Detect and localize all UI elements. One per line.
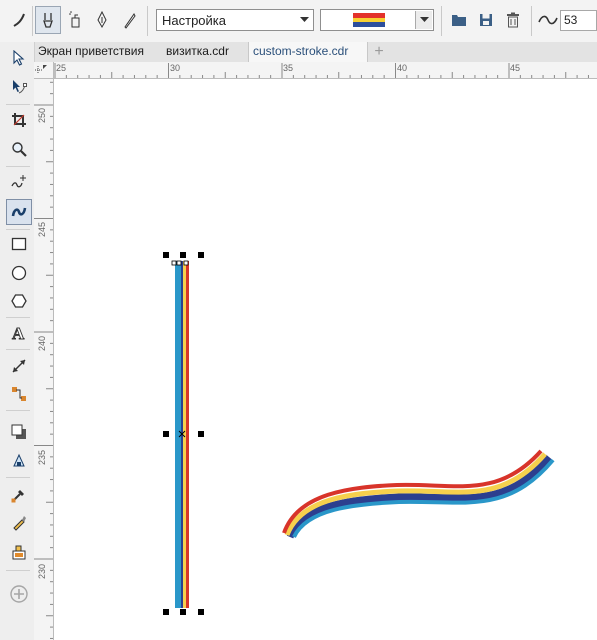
separator [6, 317, 30, 318]
ellipse-tool-icon[interactable] [6, 260, 32, 286]
ruler-label: 25 [56, 63, 67, 73]
document-tab-bar: Экран приветствия визитка.cdr custom-str… [34, 42, 597, 63]
handle-middle-right [198, 431, 204, 437]
tab-welcome-screen[interactable]: Экран приветствия [34, 42, 162, 62]
stroke-picker[interactable] [320, 9, 434, 31]
tab-vizitka[interactable]: визитка.cdr [162, 42, 248, 62]
tab-custom-stroke[interactable]: custom-stroke.cdr [248, 42, 368, 62]
calligraphic-icon[interactable] [89, 6, 115, 34]
crop-tool-icon[interactable] [6, 107, 32, 133]
separator [6, 229, 30, 230]
browse-folder-icon[interactable] [446, 6, 472, 34]
stroke-band-blue [175, 261, 181, 608]
vertical-ruler[interactable]: 250 245 240 235 230 [34, 79, 54, 640]
handle-top-right [198, 252, 204, 258]
handle-middle-left [163, 431, 169, 437]
separator [147, 6, 148, 36]
preset-select[interactable]: Настройка [156, 9, 314, 31]
drawing-canvas[interactable] [54, 79, 597, 640]
pick-tool-icon[interactable] [6, 45, 32, 71]
add-tool-icon[interactable] [6, 581, 32, 607]
zoom-tool-icon[interactable] [6, 136, 32, 162]
delete-icon[interactable] [500, 6, 526, 34]
stroke-band-yellow [183, 261, 186, 608]
smoothing-icon [535, 6, 561, 34]
smoothing-input[interactable]: 53 [560, 10, 597, 31]
ruler-label: 30 [170, 63, 181, 73]
connector-tool-icon[interactable] [6, 381, 32, 407]
text-tool-icon[interactable]: A [6, 320, 32, 346]
chevron-down-icon [297, 12, 311, 28]
transparency-tool-icon[interactable] [6, 448, 32, 474]
separator [6, 410, 30, 411]
separator [6, 349, 30, 350]
pressure-icon[interactable] [116, 6, 142, 34]
stroke-band-red [186, 261, 189, 608]
artistic-media-preset-icon[interactable] [6, 6, 32, 34]
parallel-dimension-tool-icon[interactable] [6, 353, 32, 379]
ruler-label: 40 [397, 63, 408, 73]
separator [6, 570, 30, 571]
node-handle [171, 260, 177, 266]
handle-bottom-right [198, 609, 204, 615]
brush-icon[interactable] [35, 6, 61, 34]
separator [6, 477, 30, 478]
toolbox: A [0, 42, 35, 640]
rectangle-tool-icon[interactable] [6, 231, 32, 257]
ruler-label: 45 [510, 63, 521, 73]
separator [32, 6, 33, 36]
ruler-origin-corner[interactable] [34, 62, 54, 79]
chevron-down-icon[interactable] [415, 11, 432, 29]
sprayer-icon[interactable] [62, 6, 88, 34]
handle-top-left [163, 252, 169, 258]
preset-select-value: Настройка [162, 13, 226, 28]
ruler-label: 240 [37, 335, 47, 351]
polygon-tool-icon[interactable] [6, 288, 32, 314]
stroke-swatch [353, 13, 385, 27]
artistic-media-tool-icon[interactable] [6, 199, 32, 225]
save-icon[interactable] [473, 6, 499, 34]
drop-shadow-tool-icon[interactable] [6, 419, 32, 445]
handle-bottom-center [180, 609, 186, 615]
handle-top-center [180, 252, 186, 258]
add-tab-icon[interactable]: + [370, 43, 388, 61]
separator [441, 6, 442, 36]
property-bar: Настройка 53 [0, 0, 597, 43]
freehand-tool-icon[interactable] [6, 169, 32, 195]
ruler-label: 250 [37, 107, 47, 123]
ruler-label: 35 [283, 63, 294, 73]
eyedropper-tool-icon[interactable] [6, 482, 32, 508]
wavy-custom-stroke[interactable] [282, 449, 555, 539]
ruler-label: 245 [37, 221, 47, 237]
ruler-label: 230 [37, 563, 47, 579]
separator [6, 166, 30, 167]
separator [6, 104, 30, 105]
smart-fill-tool-icon[interactable] [6, 539, 32, 565]
canvas-drawing [163, 252, 555, 615]
interactive-fill-tool-icon[interactable] [6, 510, 32, 536]
handle-bottom-left [163, 609, 169, 615]
ruler-label: 235 [37, 449, 47, 465]
node-handle [183, 260, 189, 266]
node-handle [176, 260, 182, 266]
shape-tool-icon[interactable] [6, 74, 32, 100]
vertical-ruler-ticks [34, 81, 53, 639]
horizontal-ruler[interactable]: 25 30 35 40 45 [54, 62, 597, 79]
separator [531, 6, 532, 36]
svg-text:A: A [12, 324, 25, 342]
